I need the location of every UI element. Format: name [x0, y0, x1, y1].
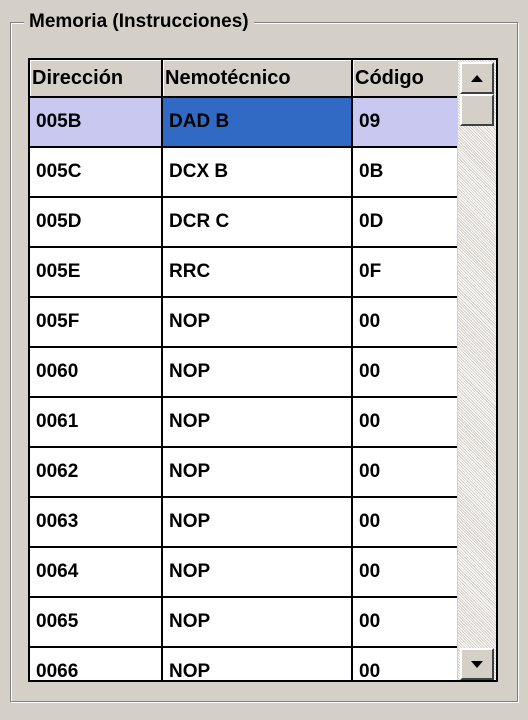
arrow-up-icon: [471, 74, 483, 82]
mnemonic-cell[interactable]: NOP: [162, 497, 353, 548]
mnemonic-cell[interactable]: DAD B: [162, 97, 353, 148]
address-cell[interactable]: 0063: [30, 497, 163, 548]
code-cell[interactable]: 09: [352, 97, 459, 148]
code-cell[interactable]: 0B: [352, 147, 459, 198]
address-cell[interactable]: 0060: [30, 347, 163, 398]
table-row[interactable]: 0063 NOP 00: [30, 497, 459, 548]
address-cell[interactable]: 0066: [30, 647, 163, 680]
table-row[interactable]: 005F NOP 00: [30, 297, 459, 348]
column-header-mnemonic[interactable]: Nemotécnico: [162, 60, 353, 98]
mnemonic-cell[interactable]: NOP: [162, 447, 353, 498]
scroll-up-button[interactable]: [460, 62, 494, 94]
mnemonic-cell[interactable]: NOP: [162, 647, 353, 680]
code-cell[interactable]: 00: [352, 547, 459, 598]
table-row[interactable]: 0066 NOP 00: [30, 647, 459, 680]
table-row[interactable]: 0061 NOP 00: [30, 397, 459, 448]
address-cell[interactable]: 0064: [30, 547, 163, 598]
table-row[interactable]: 005C DCX B 0B: [30, 147, 459, 198]
address-cell[interactable]: 0062: [30, 447, 163, 498]
code-cell[interactable]: 00: [352, 597, 459, 648]
address-cell[interactable]: 005E: [30, 247, 163, 298]
mnemonic-cell[interactable]: DCR C: [162, 197, 353, 248]
scroll-down-button[interactable]: [460, 648, 494, 680]
table-row[interactable]: 005E RRC 0F: [30, 247, 459, 298]
table-row[interactable]: 0065 NOP 00: [30, 597, 459, 648]
table-row[interactable]: 0062 NOP 00: [30, 447, 459, 498]
code-cell[interactable]: 00: [352, 497, 459, 548]
mnemonic-cell[interactable]: DCX B: [162, 147, 353, 198]
code-cell[interactable]: 00: [352, 297, 459, 348]
address-cell[interactable]: 005B: [30, 97, 163, 148]
mnemonic-cell[interactable]: NOP: [162, 347, 353, 398]
code-cell[interactable]: 00: [352, 347, 459, 398]
mnemonic-cell[interactable]: NOP: [162, 597, 353, 648]
memory-table: Dirección Nemotécnico Código 005B DAD B 09…: [30, 60, 459, 680]
column-header-address[interactable]: Dirección: [30, 60, 163, 98]
code-cell[interactable]: 0D: [352, 197, 459, 248]
mnemonic-cell[interactable]: RRC: [162, 247, 353, 298]
code-cell[interactable]: 0F: [352, 247, 459, 298]
address-cell[interactable]: 0061: [30, 397, 163, 448]
vertical-scrollbar[interactable]: [457, 60, 496, 680]
header-row: Dirección Nemotécnico Código: [30, 60, 459, 98]
address-cell[interactable]: 0065: [30, 597, 163, 648]
arrow-down-icon: [471, 660, 483, 668]
memory-rows: 005B DAD B 09 005C DCX B 0B 005D DCR C 0D 005E RRC…: [30, 97, 459, 680]
table-row[interactable]: 005D DCR C 0D: [30, 197, 459, 248]
code-cell[interactable]: 00: [352, 397, 459, 448]
memory-grid[interactable]: Dirección Nemotécnico Código 005B DAD B 09…: [28, 58, 498, 682]
mnemonic-cell[interactable]: NOP: [162, 397, 353, 448]
scroll-thumb[interactable]: [460, 94, 494, 126]
code-cell[interactable]: 00: [352, 447, 459, 498]
address-cell[interactable]: 005D: [30, 197, 163, 248]
table-row[interactable]: 005B DAD B 09: [30, 97, 459, 148]
code-cell[interactable]: 00: [352, 647, 459, 680]
table-row[interactable]: 0064 NOP 00: [30, 547, 459, 598]
groupbox-title: Memoria (Instrucciones): [24, 9, 254, 35]
address-cell[interactable]: 005C: [30, 147, 163, 198]
column-header-code[interactable]: Código: [352, 60, 459, 98]
table-row[interactable]: 0060 NOP 00: [30, 347, 459, 398]
mnemonic-cell[interactable]: NOP: [162, 547, 353, 598]
mnemonic-cell[interactable]: NOP: [162, 297, 353, 348]
address-cell[interactable]: 005F: [30, 297, 163, 348]
